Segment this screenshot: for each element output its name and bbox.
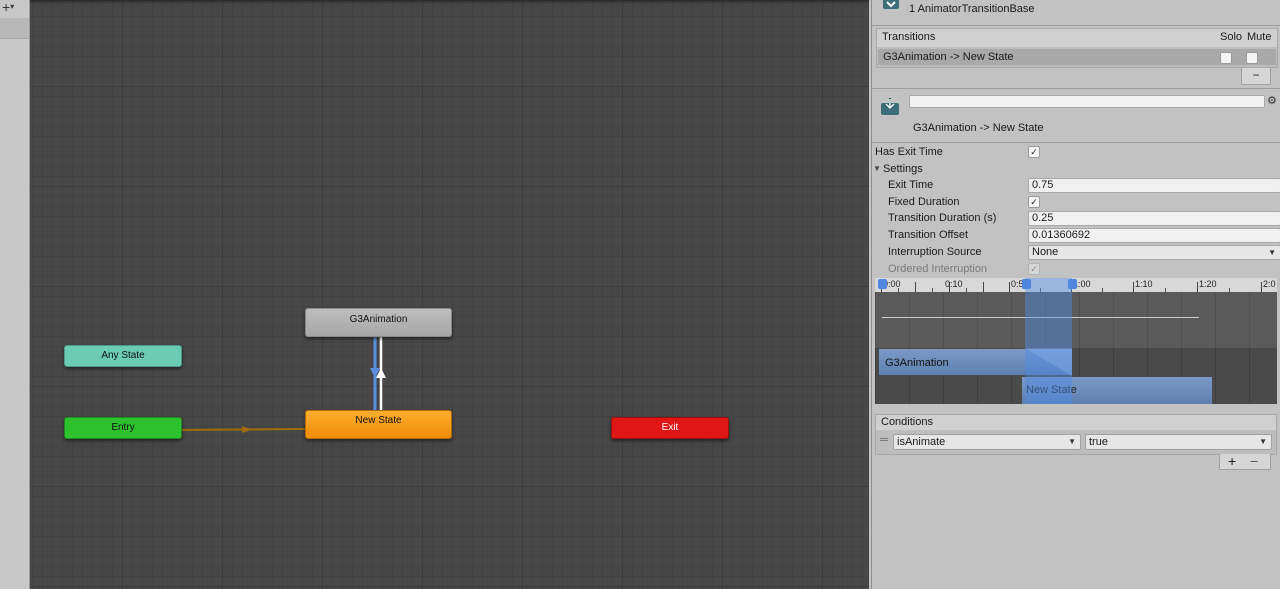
ordered-interruption-checkbox: ✓ [1028, 263, 1040, 275]
transition-offset-label: Transition Offset [888, 229, 969, 241]
node-label: Exit [661, 422, 679, 433]
condition-value: true [1089, 436, 1108, 448]
any-state-node[interactable]: Any State [64, 345, 182, 367]
add-layer-button[interactable]: +▾ [2, 0, 28, 16]
mute-label: Mute [1247, 31, 1272, 43]
chevron-down-icon: ▼ [1068, 437, 1076, 446]
ruler-label: 1:10 [1135, 279, 1153, 289]
layers-strip: +▾ [0, 0, 30, 589]
condition-parameter-value: isAnimate [897, 436, 946, 448]
transition-icon [880, 97, 900, 117]
source-clip-label: G3Animation [885, 357, 949, 369]
transition-duration-field[interactable]: 0.25 [1028, 211, 1280, 226]
has-exit-time-label: Has Exit Time [875, 146, 943, 158]
drag-handle-icon[interactable]: ═ [880, 434, 888, 446]
fixed-duration-checkbox[interactable]: ✓ [1028, 196, 1040, 208]
fixed-duration-row: Fixed Duration ✓ [872, 194, 1280, 210]
mute-checkbox[interactable] [1246, 52, 1258, 64]
conditions-header-label: Conditions [881, 416, 933, 428]
transition-list-item[interactable]: G3Animation -> New State [878, 49, 1276, 65]
node-label: New State [355, 415, 402, 426]
timeline-curve-area [875, 292, 1277, 348]
transition-arrows [179, 336, 386, 433]
foldout-arrow-icon: ▼ [873, 164, 881, 173]
transition-duration-row: Transition Duration (s) 0.25 [872, 210, 1280, 226]
transition-title: G3Animation -> New State [913, 122, 1044, 134]
condition-value-dropdown[interactable]: true ▼ [1085, 434, 1272, 450]
transition-item-label: G3Animation -> New State [883, 51, 1014, 63]
transition-duration-label: Transition Duration (s) [888, 212, 997, 224]
ruler-tick [1009, 282, 1010, 292]
chevron-down-icon: ▼ [1268, 248, 1276, 257]
settings-foldout[interactable]: ▼ Settings [872, 161, 1280, 177]
interruption-source-label: Interruption Source [888, 246, 982, 258]
condition-parameter-dropdown[interactable]: isAnimate ▼ [893, 434, 1081, 450]
new-state-node[interactable]: New State [305, 410, 452, 439]
node-label: G3Animation [349, 314, 408, 325]
exit-time-field[interactable]: 0.75 [1028, 178, 1280, 193]
chevron-down-icon: ▼ [1259, 437, 1267, 446]
interruption-source-value: None [1032, 246, 1059, 258]
exit-time-row: Exit Time 0.75 [872, 177, 1280, 193]
transition-range[interactable] [1025, 278, 1072, 404]
g3animation-state-node[interactable]: G3Animation [305, 308, 452, 337]
dropdown-arrow-icon: ▾ [10, 2, 15, 11]
add-icon: + [2, 0, 11, 15]
transition-offset-row: Transition Offset 0.01360692 [872, 227, 1280, 243]
divider [872, 88, 1280, 89]
conditions-list: ═ isAnimate ▼ true ▼ [875, 430, 1277, 455]
divider [872, 25, 1280, 26]
divider [872, 142, 1280, 143]
layer-item[interactable] [0, 18, 29, 39]
entry-node[interactable]: Entry [64, 417, 182, 439]
solo-label: Solo [1220, 31, 1243, 43]
transitions-header-label: Transitions [882, 31, 936, 43]
has-exit-time-checkbox[interactable]: ✓ [1028, 146, 1040, 158]
entry-arrow-head [242, 426, 252, 433]
start-marker-icon[interactable] [878, 279, 887, 289]
interruption-source-dropdown[interactable]: None ▼ [1028, 245, 1280, 260]
remove-condition-button[interactable]: − [1250, 453, 1258, 469]
transitions-list: G3Animation -> New State [876, 47, 1278, 68]
remove-transition-button[interactable]: − [1241, 68, 1271, 85]
transition-end-marker-icon[interactable] [1068, 279, 1077, 289]
settings-label: Settings [883, 163, 923, 175]
ruler-label: 1:20 [1199, 279, 1217, 289]
transitions-list-header: Transitions Solo Mute [876, 28, 1278, 48]
ruler-tick [915, 282, 916, 292]
ruler-label: 2:0 [1263, 279, 1276, 289]
transition-offset-field[interactable]: 0.01360692 [1028, 228, 1280, 243]
ruler-tick [1133, 282, 1134, 292]
ruler-label: 0:10 [945, 279, 963, 289]
transition-icon [882, 0, 900, 10]
ruler-tick [1261, 282, 1262, 292]
transition-name-field[interactable] [909, 95, 1265, 108]
ruler-tick [1197, 282, 1198, 292]
ordered-interruption-label: Ordered Interruption [888, 263, 988, 275]
inspector-title: 1 AnimatorTransitionBase [909, 3, 1035, 15]
add-condition-button[interactable]: + [1228, 453, 1236, 469]
animator-graph[interactable]: Any State Entry G3Animation New State Ex… [30, 0, 869, 589]
ruler-tick [983, 282, 984, 292]
transition-start-marker-icon[interactable] [1022, 279, 1031, 289]
node-label: Entry [111, 422, 135, 433]
ordered-interruption-row: Ordered Interruption ✓ [872, 261, 1280, 277]
node-label: Any State [101, 350, 145, 361]
interruption-source-row: Interruption Source None ▼ [872, 244, 1280, 260]
exit-time-label: Exit Time [888, 179, 934, 191]
fixed-duration-label: Fixed Duration [888, 196, 960, 208]
gear-icon[interactable]: ⚙ [1267, 94, 1277, 107]
conditions-header: Conditions [875, 414, 1277, 431]
exit-node[interactable]: Exit [611, 417, 729, 439]
has-exit-time-row: Has Exit Time ✓ [872, 144, 1280, 160]
conditions-footer: + − [1219, 453, 1271, 470]
transition-timeline[interactable]: 0:00 0:10 0:50 1:00 1:10 1:20 2:0 G3Anim… [875, 278, 1277, 404]
solo-checkbox[interactable] [1220, 52, 1232, 64]
